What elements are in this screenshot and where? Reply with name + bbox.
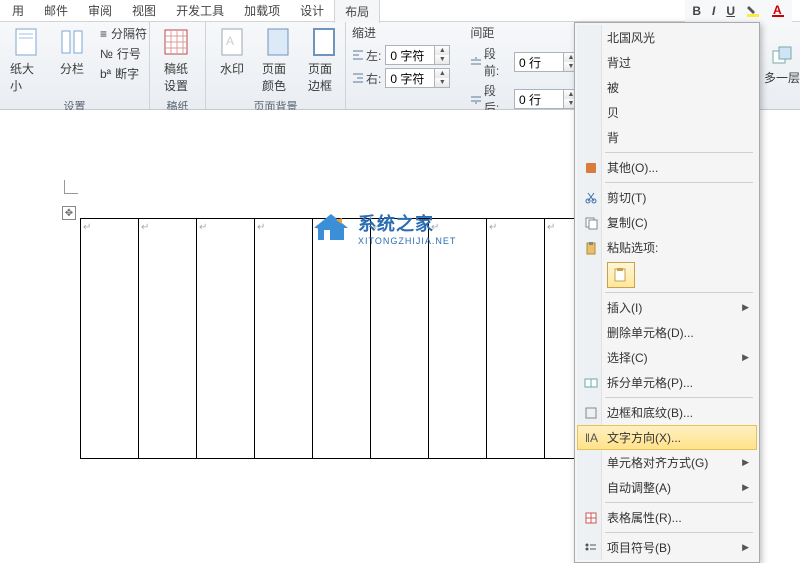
table-cell[interactable]: ↵ [139, 219, 197, 459]
page-color-icon [262, 26, 294, 58]
watermark-logo: 系统之家 XITONGZHIJIA.NET [310, 210, 490, 246]
indent-right-icon [352, 72, 364, 84]
hyphen-icon: bª [100, 67, 111, 81]
copy-icon [583, 215, 599, 231]
italic-button[interactable]: I [707, 2, 720, 20]
ctx-insert[interactable]: 插入(I)▶ [577, 295, 757, 320]
columns-button[interactable]: 分栏 [52, 24, 92, 79]
font-color-button[interactable]: A [766, 2, 790, 20]
ctx-text-direction[interactable]: ‖A文字方向(X)... [577, 425, 757, 450]
manuscript-button[interactable]: 稿纸 设置 [156, 24, 196, 96]
ctx-cut[interactable]: 剪切(T) [577, 185, 757, 210]
ctx-ime-suggestion[interactable]: 贝 [577, 100, 757, 125]
arrange-group-partial: 多一层 [764, 22, 800, 110]
columns-icon [56, 26, 88, 58]
ctx-delete-cells[interactable]: 删除单元格(D)... [577, 320, 757, 345]
table-move-handle[interactable]: ✥ [62, 206, 76, 220]
split-icon [583, 375, 599, 391]
book-icon [583, 160, 599, 176]
ctx-split-cells[interactable]: 拆分单元格(P)... [577, 370, 757, 395]
watermark-subtitle: XITONGZHIJIA.NET [358, 236, 456, 246]
underline-button[interactable]: U [721, 2, 740, 20]
tab-addins[interactable]: 加载项 [234, 0, 290, 22]
table-cell[interactable]: ↵ [487, 219, 545, 459]
scissors-icon [583, 190, 599, 206]
hyphenation-button[interactable]: bª断字 [98, 64, 149, 83]
breaks-button[interactable]: ≡分隔符 [98, 24, 149, 43]
paper-size-button[interactable]: 纸大小 [6, 24, 46, 96]
space-before-label: 段前: [470, 45, 510, 79]
watermark-icon: A [216, 26, 248, 58]
tab-layout[interactable]: 布局 [334, 0, 380, 23]
table-cell[interactable]: ↵ [197, 219, 255, 459]
space-before-icon [470, 56, 481, 68]
ctx-ime-suggestion[interactable]: 北国风光 [577, 25, 757, 50]
context-menu: 北国风光 背过 被 贝 背 其他(O)... 剪切(T) 复制(C) 粘贴选项:… [574, 22, 760, 563]
ribbon-tabs: 用 邮件 审阅 视图 开发工具 加载项 设计 布局 B I U A [0, 0, 800, 22]
watermark-title: 系统之家 [358, 210, 456, 236]
indent-right-label: 右: [352, 70, 381, 87]
page-border-icon [308, 26, 340, 58]
table-cell[interactable]: ↵ [81, 219, 139, 459]
ctx-other[interactable]: 其他(O)... [577, 155, 757, 180]
space-after-input[interactable]: ▲▼ [514, 89, 579, 109]
indent-right-input[interactable]: ▲▼ [385, 68, 450, 88]
page-borders-button[interactable]: 页面边框 [304, 24, 344, 96]
ctx-table-properties[interactable]: 表格属性(R)... [577, 505, 757, 530]
tab-design[interactable]: 设计 [290, 0, 334, 22]
ctx-cell-alignment[interactable]: 单元格对齐方式(G)▶ [577, 450, 757, 475]
highlight-button[interactable] [741, 2, 765, 20]
ctx-autofit[interactable]: 自动调整(A)▶ [577, 475, 757, 500]
indent-left-label: 左: [352, 47, 381, 64]
ctx-bullets[interactable]: 项目符号(B)▶ [577, 535, 757, 560]
border-icon [583, 405, 599, 421]
svg-text:A: A [226, 34, 234, 48]
ctx-ime-suggestion[interactable]: 被 [577, 75, 757, 100]
ctx-select[interactable]: 选择(C)▶ [577, 345, 757, 370]
watermark-button[interactable]: A 水印 [212, 24, 252, 79]
ctx-paste-options[interactable]: 粘贴选项: [577, 235, 757, 260]
bold-button[interactable]: B [687, 2, 706, 20]
paste-icon [613, 267, 629, 283]
table-props-icon [583, 510, 599, 526]
break-icon: ≡ [100, 27, 107, 41]
clipboard-icon [583, 240, 599, 256]
svg-text:‖A: ‖A [585, 431, 598, 445]
tab-mail[interactable]: 邮件 [34, 0, 78, 22]
indent-left-icon [352, 49, 364, 61]
space-before-input[interactable]: ▲▼ [514, 52, 579, 72]
table-cell[interactable]: ↵ [255, 219, 313, 459]
bullets-icon [583, 540, 599, 556]
table-cell[interactable]: ↵ [429, 219, 487, 459]
ctx-copy[interactable]: 复制(C) [577, 210, 757, 235]
house-icon [310, 210, 352, 246]
tab-dev[interactable]: 开发工具 [166, 0, 234, 22]
paste-option-keep-source[interactable] [607, 262, 753, 288]
indent-left-input[interactable]: ▲▼ [385, 45, 450, 65]
table-cell[interactable]: ↵ [313, 219, 371, 459]
bring-forward-icon [771, 45, 793, 67]
page-icon [10, 26, 42, 58]
indent-header: 缩进 [352, 24, 450, 41]
spacing-header: 间距 [470, 24, 579, 41]
ctx-ime-suggestion[interactable]: 背过 [577, 50, 757, 75]
ctx-borders-shading[interactable]: 边框和底纹(B)... [577, 400, 757, 425]
page-corner-mark [64, 180, 78, 194]
tab-review[interactable]: 审阅 [78, 0, 122, 22]
line-numbers-button[interactable]: №行号 [98, 44, 149, 63]
space-after-icon [470, 93, 481, 105]
lineno-icon: № [100, 47, 113, 61]
text-direction-icon: ‖A [584, 430, 600, 446]
tab-view[interactable]: 视图 [122, 0, 166, 22]
bring-forward-button[interactable]: 多一层 [764, 69, 800, 86]
ctx-ime-suggestion[interactable]: 背 [577, 125, 757, 150]
mini-format-toolbar: B I U A [685, 0, 792, 22]
table-cell[interactable]: ↵ [371, 219, 429, 459]
page-color-button[interactable]: 页面颜色 [258, 24, 298, 96]
manuscript-icon [160, 26, 192, 58]
tab-ref[interactable]: 用 [2, 0, 34, 22]
